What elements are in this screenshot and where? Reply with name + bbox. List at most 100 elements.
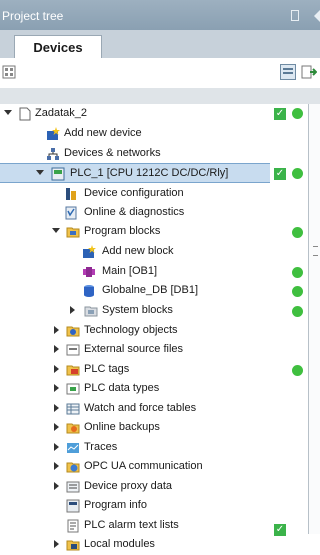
scrollbar[interactable] — [308, 104, 320, 534]
tree-row-plc-tags[interactable]: PLC tags — [0, 360, 303, 380]
tree-label: PLC alarm text lists — [84, 519, 179, 531]
tree-row-plc-alarm-text-lists[interactable]: PLC alarm text lists — [0, 516, 270, 536]
online-status-dot-icon — [292, 306, 303, 317]
tree-row-device-proxy-data[interactable]: Device proxy data — [0, 477, 270, 497]
expand-arrow-icon[interactable] — [54, 482, 59, 490]
expand-arrow-icon[interactable] — [52, 228, 60, 233]
online-backups-icon — [66, 423, 80, 434]
tree-label: External source files — [84, 343, 184, 355]
online-status-dot-icon — [292, 286, 303, 297]
tab-strip: Devices — [0, 30, 320, 59]
tree-row-add-new-device[interactable]: Add new device — [0, 124, 270, 144]
expand-arrow-icon[interactable] — [54, 443, 59, 451]
tree-row-technology-objects[interactable]: Technology objects — [0, 321, 270, 341]
scrollbar-grip-icon[interactable] — [313, 246, 318, 256]
traces-icon — [67, 443, 79, 453]
tree-row-plc[interactable]: PLC_1 [CPU 1212C DC/DC/Rly] ✓ — [0, 163, 303, 183]
collapse-panel-icon[interactable] — [314, 10, 320, 22]
tree-label: Add new device — [64, 127, 142, 139]
expand-arrow-icon[interactable] — [54, 326, 59, 334]
tree-label: System blocks — [102, 304, 173, 316]
tree-row-plc-data-types[interactable]: PLC data types — [0, 379, 270, 399]
tree-row-external-source-files[interactable]: External source files — [0, 340, 270, 360]
expand-arrow-icon[interactable] — [54, 540, 59, 548]
expand-arrow-icon[interactable] — [54, 345, 59, 353]
online-status-dot-icon — [292, 227, 303, 238]
add-block-icon — [83, 245, 96, 258]
tree-label: Zadatak_2 — [35, 107, 87, 119]
toolbar — [0, 58, 320, 89]
expand-arrow-icon[interactable] — [36, 170, 44, 175]
plc-tags-icon — [66, 365, 80, 376]
expand-arrow-icon[interactable] — [54, 404, 59, 412]
watch-table-icon — [66, 403, 80, 415]
tree-label: Online & diagnostics — [84, 206, 185, 218]
tree-label: Globalne_DB [DB1] — [102, 284, 198, 296]
expand-arrow-icon[interactable] — [4, 110, 12, 115]
open-editor-icon[interactable] — [301, 64, 317, 80]
tree-row-project[interactable]: Zadatak_2 — [0, 104, 270, 124]
status-check-icon: ✓ — [274, 168, 286, 180]
project-icon — [19, 107, 31, 121]
technology-objects-icon — [66, 326, 80, 337]
tree-row-main-ob1[interactable]: Main [OB1] — [0, 262, 303, 282]
tree-row-local-modules[interactable]: Local modules — [0, 535, 270, 555]
project-tree: Zadatak_2 Add new device Devices & netwo… — [0, 104, 303, 551]
panel-title-bar: Project tree — [0, 0, 320, 30]
tree-row-add-new-block[interactable]: Add new block — [0, 242, 270, 262]
status-check-icon: ✓ — [274, 524, 286, 536]
external-source-files-icon — [66, 344, 80, 356]
project-view-icon[interactable] — [2, 65, 16, 79]
tree-row-system-blocks[interactable]: System blocks — [0, 301, 303, 321]
tree-row-globale-db[interactable]: Globalne_DB [DB1] — [0, 281, 303, 301]
program-info-icon — [66, 499, 80, 513]
tree-row-watch-force-tables[interactable]: Watch and force tables — [0, 399, 270, 419]
tree-label: Traces — [84, 441, 118, 453]
opc-ua-icon — [66, 462, 80, 473]
online-status-dot-icon — [292, 365, 303, 376]
expand-arrow-icon[interactable] — [54, 423, 59, 431]
tree-label: Watch and force tables — [84, 402, 197, 414]
tab-devices[interactable]: Devices — [14, 35, 102, 59]
tree-label: OPC UA communication — [84, 460, 203, 472]
tree-row-opc-ua[interactable]: OPC UA communication — [0, 457, 270, 477]
tree-label: Technology objects — [84, 324, 178, 336]
tree-row-traces[interactable]: Traces — [0, 438, 270, 458]
add-device-icon — [47, 127, 60, 140]
tree-row-online-diagnostics[interactable]: Online & diagnostics — [0, 203, 270, 223]
expand-arrow-icon[interactable] — [54, 365, 59, 373]
network-icon — [47, 148, 59, 160]
online-status-dot-icon — [292, 108, 303, 119]
panel-title: Project tree — [2, 9, 64, 23]
tree-label: Device proxy data — [84, 480, 173, 492]
column-header-band — [0, 88, 320, 104]
tree-label: PLC tags — [84, 363, 130, 375]
expand-arrow-icon[interactable] — [54, 462, 59, 470]
status-check-icon: ✓ — [274, 108, 286, 120]
plc-data-types-icon — [66, 383, 80, 395]
tree-row-device-configuration[interactable]: Device configuration — [0, 184, 270, 204]
online-status-dot-icon — [292, 168, 303, 179]
tree-row-program-blocks[interactable]: Program blocks — [0, 222, 303, 242]
tree-row-online-backups[interactable]: Online backups — [0, 418, 270, 438]
ob-block-icon — [83, 267, 95, 277]
tree-label: Device configuration — [84, 187, 184, 199]
tree-label: Program blocks — [84, 225, 161, 237]
tree-label: Devices & networks — [64, 147, 161, 159]
tree-label: Main [OB1] — [102, 265, 158, 277]
diagnostics-icon — [65, 206, 77, 220]
system-blocks-folder-icon — [84, 306, 98, 317]
expand-arrow-icon[interactable] — [70, 306, 75, 314]
local-modules-icon — [66, 540, 80, 551]
online-status-dot-icon — [292, 267, 303, 278]
tree-row-devices-networks[interactable]: Devices & networks — [0, 144, 270, 164]
overview-icon[interactable] — [280, 64, 296, 80]
tree-label: Program info — [84, 499, 147, 511]
device-proxy-icon — [66, 481, 80, 493]
expand-arrow-icon[interactable] — [54, 384, 59, 392]
tree-row-program-info[interactable]: Program info — [0, 496, 270, 516]
pin-icon[interactable] — [291, 10, 299, 21]
tree-label: Local modules — [84, 538, 155, 550]
data-block-icon — [84, 285, 94, 297]
plc-icon — [51, 167, 65, 181]
